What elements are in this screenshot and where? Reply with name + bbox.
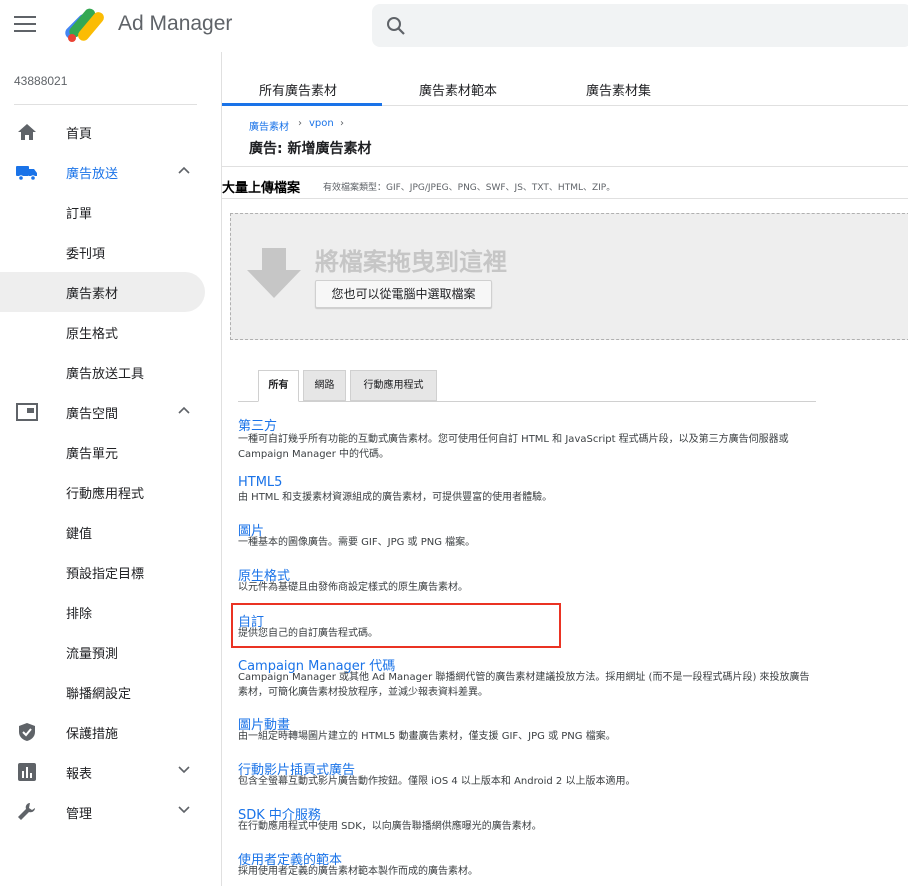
sidebar-item-label: 廣告放送	[66, 167, 119, 182]
filter-tab-web[interactable]: 網路	[303, 370, 346, 401]
sidebar-item-label: 原生格式	[66, 327, 119, 342]
sidebar-item-protections[interactable]: 保護措施	[0, 712, 205, 752]
app-title: Ad Manager	[118, 12, 233, 35]
page-title: 廣告: 新增廣告素材	[249, 141, 372, 157]
file-drop-zone[interactable]: 將檔案拖曳到這裡 您也可以從電腦中選取檔案	[230, 213, 908, 340]
search-icon[interactable]	[386, 16, 406, 36]
sidebar-item-label: 報表	[66, 767, 93, 782]
sidebar-item-label: 委刊項	[66, 247, 106, 262]
sidebar-item-line-items[interactable]: 委刊項	[0, 232, 205, 272]
sidebar-item-label: 鍵值	[66, 527, 93, 542]
creative-type-filter-tabs: 所有 網路 行動應用程式	[238, 370, 816, 402]
custom-option-highlight-box	[231, 603, 561, 648]
inventory-icon	[16, 403, 38, 421]
filter-tab-mobile-app[interactable]: 行動應用程式	[350, 370, 437, 401]
creative-type-desc: 包含全螢幕互動式影片廣告動作按鈕。僅限 iOS 4 以上版本和 Android …	[238, 776, 636, 787]
breadcrumb-separator: ›	[340, 118, 344, 129]
tab-creative-templates[interactable]: 廣告素材範本	[419, 80, 497, 99]
chevron-down-icon[interactable]	[178, 766, 190, 774]
tab-all-creatives[interactable]: 所有廣告素材	[259, 80, 337, 99]
sidebar-item-delivery-tools[interactable]: 廣告放送工具	[0, 352, 205, 392]
bulk-upload-title: 大量上傳檔案	[222, 181, 301, 196]
bar-chart-icon	[18, 763, 36, 781]
wrench-icon	[18, 803, 35, 820]
sidebar-item-admin[interactable]: 管理	[0, 792, 205, 832]
sidebar-item-label: 排除	[66, 607, 93, 622]
sidebar-item-ad-units[interactable]: 廣告單元	[0, 432, 205, 472]
creative-type-desc: Campaign Manager 或其他 Ad Manager 聯播網代管的廣告…	[238, 672, 810, 698]
sidebar-item-label: 保護措施	[66, 727, 119, 742]
breadcrumb-vpon[interactable]: vpon	[309, 118, 334, 129]
sidebar-item-label: 廣告空間	[66, 407, 119, 422]
sidebar-item-label: 管理	[66, 807, 93, 822]
creative-type-desc: 一種可自訂幾乎所有功能的互動式廣告素材。您可使用任何自訂 HTML 和 Java…	[238, 434, 789, 460]
creative-type-desc: 由一組定時轉場圖片建立的 HTML5 動畫廣告素材，僅支援 GIF、JPG 或 …	[238, 731, 616, 742]
header-divider	[222, 166, 908, 167]
truck-icon	[16, 166, 37, 181]
shield-icon	[19, 723, 35, 741]
drop-files-text: 將檔案拖曳到這裡	[315, 248, 507, 276]
sidebar-item-label: 廣告放送工具	[66, 367, 145, 382]
sidebar-item-label: 首頁	[66, 127, 93, 142]
sidebar-item-label: 廣告素材	[66, 287, 119, 302]
sidebar-item-orders[interactable]: 訂單	[0, 192, 205, 232]
sidebar-item-default-targeting[interactable]: 預設指定目標	[0, 552, 205, 592]
sidebar-item-reports[interactable]: 報表	[0, 752, 205, 792]
ad-manager-logo-icon	[65, 8, 104, 42]
hamburger-menu-icon[interactable]	[14, 16, 36, 34]
network-id: 43888021	[14, 74, 68, 88]
search-bar[interactable]	[372, 4, 908, 47]
creative-type-desc: 採用使用者定義的廣告素材範本製作而成的廣告素材。	[238, 866, 478, 877]
tab-creative-sets[interactable]: 廣告素材集	[586, 80, 651, 99]
sidebar-item-inventory[interactable]: 廣告空間	[0, 392, 205, 432]
sidebar-item-label: 流量預測	[66, 647, 119, 662]
filter-tab-all[interactable]: 所有	[258, 370, 299, 402]
chevron-up-icon[interactable]	[178, 166, 190, 174]
creative-type-desc: 在行動應用程式中使用 SDK，以向廣告聯播網供應曝光的廣告素材。	[238, 821, 542, 832]
choose-file-button[interactable]: 您也可以從電腦中選取檔案	[315, 280, 492, 308]
sidebar-item-label: 廣告單元	[66, 447, 119, 462]
sidebar-item-delivery[interactable]: 廣告放送	[0, 152, 205, 192]
creative-type-desc: 由 HTML 和支援素材資源組成的廣告素材，可提供豐富的使用者體驗。	[238, 492, 553, 503]
sidebar-item-label: 預設指定目標	[66, 567, 145, 582]
home-icon	[18, 124, 36, 140]
creative-type-html5[interactable]: HTML5	[238, 475, 282, 490]
sidebar-item-key-values[interactable]: 鍵值	[0, 512, 205, 552]
chevron-up-icon[interactable]	[178, 406, 190, 414]
sidebar-item-apps[interactable]: 行動應用程式	[0, 472, 205, 512]
active-tab-indicator	[222, 103, 382, 106]
breadcrumb-separator: ›	[298, 118, 302, 129]
top-bar: Ad Manager	[0, 0, 908, 52]
sidebar-item-label: 行動應用程式	[66, 487, 145, 502]
sidebar-item-home[interactable]: 首頁	[0, 112, 205, 152]
sidebar-item-forecasting[interactable]: 流量預測	[0, 632, 205, 672]
main-content: 所有廣告素材 廣告素材範本 廣告素材集 廣告素材 › vpon › 廣告: 新增…	[222, 52, 908, 886]
valid-file-types: 有效檔案類型：GIF、JPG/JPEG、PNG、SWF、JS、TXT、HTML、…	[323, 183, 616, 193]
creative-tabs: 所有廣告素材 廣告素材範本 廣告素材集	[222, 72, 908, 106]
sidebar: 43888021 首頁 廣告放送 訂單 委刊項 廣告素材 原生格式 廣告放送工具…	[0, 52, 222, 886]
sidebar-item-label: 聯播網設定	[66, 687, 132, 702]
sidebar-item-network-settings[interactable]: 聯播網設定	[0, 672, 205, 712]
sidebar-item-creatives[interactable]: 廣告素材	[0, 272, 205, 312]
chevron-down-icon[interactable]	[178, 806, 190, 814]
breadcrumb-creatives[interactable]: 廣告素材	[249, 118, 289, 133]
sidebar-item-exclusions[interactable]: 排除	[0, 592, 205, 632]
sidebar-item-native[interactable]: 原生格式	[0, 312, 205, 352]
sidebar-item-label: 訂單	[66, 207, 93, 222]
creative-type-desc: 以元件為基礎且由發佈商設定樣式的原生廣告素材。	[238, 582, 468, 593]
download-arrow-icon	[247, 248, 301, 298]
sidebar-divider	[14, 104, 197, 105]
creative-type-desc: 一種基本的圖像廣告。需要 GIF、JPG 或 PNG 檔案。	[238, 537, 476, 548]
upload-divider	[222, 198, 908, 199]
